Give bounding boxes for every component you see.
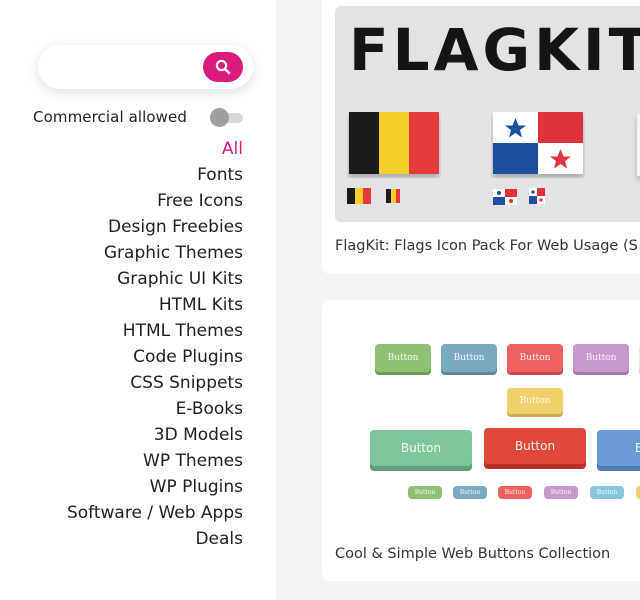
resource-card-web-buttons[interactable]: Button Button Button Button Button Butto…	[322, 300, 640, 581]
sample-button: Button	[507, 344, 563, 372]
sample-button: Button	[375, 344, 431, 372]
card-thumbnail[interactable]: FLAGKIT	[335, 6, 640, 222]
resource-card-flagkit[interactable]: FLAGKIT FlagKit: Flags Icon Pack For Web…	[322, 0, 640, 274]
sample-button: Button	[544, 486, 578, 499]
belgium-flag-small-icon	[347, 188, 371, 204]
sample-button: Button	[590, 486, 624, 499]
sample-button: Button	[498, 486, 532, 499]
panama-flag-tiny-icon	[529, 188, 545, 204]
category-all[interactable]: All	[23, 136, 243, 162]
card-title[interactable]: Cool & Simple Web Buttons Collection	[335, 546, 610, 562]
search-input[interactable]	[56, 55, 196, 79]
category-list: All Fonts Free Icons Design Freebies Gra…	[23, 136, 243, 552]
search-box	[38, 45, 253, 89]
category-3d-models[interactable]: 3D Models	[23, 422, 243, 448]
category-free-icons[interactable]: Free Icons	[23, 188, 243, 214]
category-fonts[interactable]: Fonts	[23, 162, 243, 188]
commercial-filter: Commercial allowed	[33, 105, 243, 129]
category-graphic-ui-kits[interactable]: Graphic UI Kits	[23, 266, 243, 292]
category-html-themes[interactable]: HTML Themes	[23, 318, 243, 344]
sample-button	[636, 486, 640, 499]
panama-flag-large-icon	[493, 112, 583, 174]
panama-flag-small-icon	[493, 189, 517, 205]
card-title[interactable]: FlagKit: Flags Icon Pack For Web Usage (…	[335, 238, 638, 254]
sample-button: Button	[573, 344, 629, 372]
commercial-label: Commercial allowed	[33, 108, 188, 126]
category-software-web-apps[interactable]: Software / Web Apps	[23, 500, 243, 526]
toggle-knob	[210, 108, 229, 127]
commercial-toggle[interactable]	[210, 107, 243, 127]
sample-button: Button	[408, 486, 442, 499]
sample-button: Button	[597, 430, 640, 466]
category-design-freebies[interactable]: Design Freebies	[23, 214, 243, 240]
sidebar: Commercial allowed All Fonts Free Icons …	[0, 0, 276, 600]
category-html-kits[interactable]: HTML Kits	[23, 292, 243, 318]
search-button[interactable]	[203, 52, 243, 82]
category-wp-plugins[interactable]: WP Plugins	[23, 474, 243, 500]
sample-button: Button	[507, 388, 563, 414]
thumbnail-heading: FLAGKIT	[349, 16, 640, 84]
sample-button: Button	[453, 486, 487, 499]
category-graphic-themes[interactable]: Graphic Themes	[23, 240, 243, 266]
card-thumbnail[interactable]: Button Button Button Button Button Butto…	[335, 310, 640, 530]
category-e-books[interactable]: E-Books	[23, 396, 243, 422]
sample-button: Button	[484, 428, 586, 464]
belgium-flag-large-icon	[349, 112, 439, 174]
category-css-snippets[interactable]: CSS Snippets	[23, 370, 243, 396]
belgium-flag-tiny-icon	[386, 189, 400, 203]
category-code-plugins[interactable]: Code Plugins	[23, 344, 243, 370]
category-deals[interactable]: Deals	[23, 526, 243, 552]
sample-button: Button	[441, 344, 497, 372]
sample-button: Button	[370, 430, 472, 466]
category-wp-themes[interactable]: WP Themes	[23, 448, 243, 474]
search-icon	[215, 59, 231, 75]
